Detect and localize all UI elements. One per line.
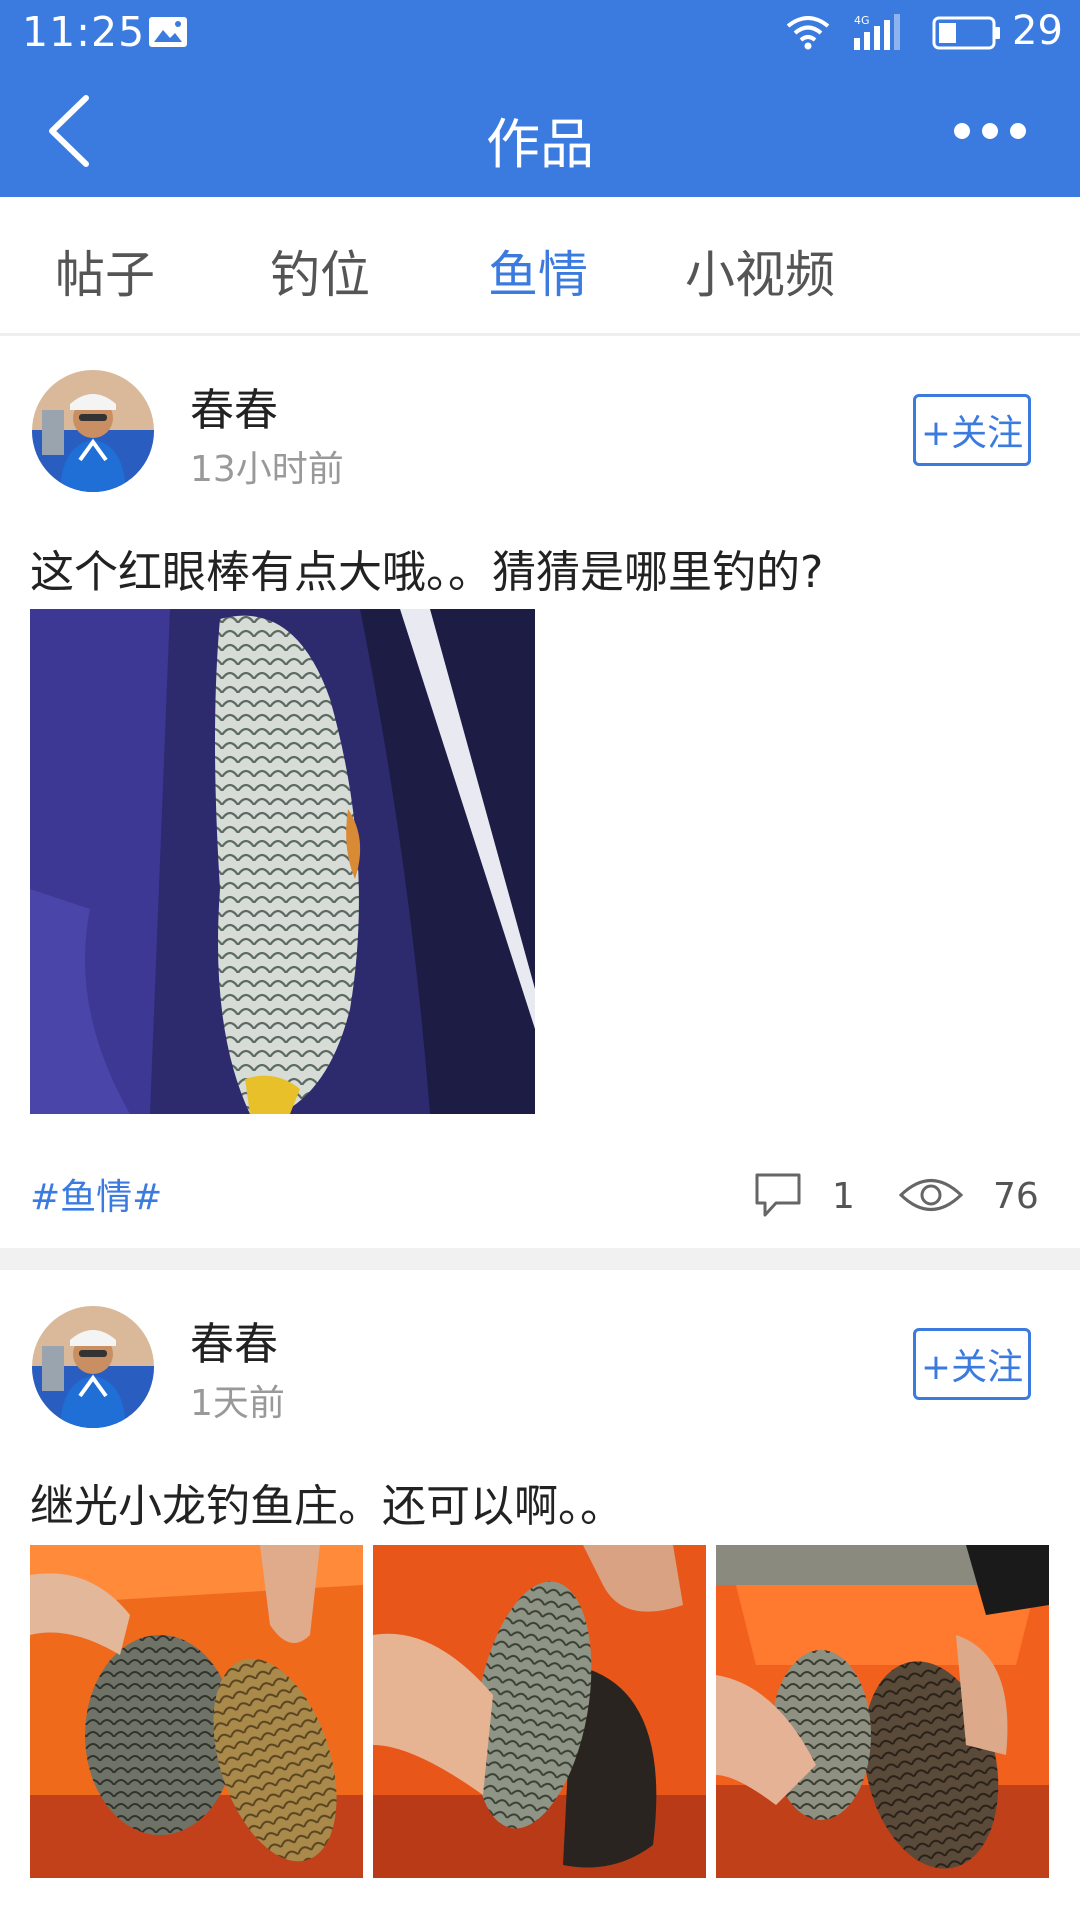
feed-post[interactable]: 春春 1天前 +关注 继光小龙钓鱼庄。还可以啊。。 [0, 1270, 1080, 1920]
post-photo[interactable] [30, 609, 535, 1114]
status-bar: 11:25 4G 29 [0, 0, 1080, 66]
comment-icon[interactable] [752, 1170, 804, 1220]
network-type-label: 4G [854, 14, 870, 27]
author-name[interactable]: 春春 [190, 1308, 278, 1372]
battery-icon [932, 16, 1000, 50]
avatar[interactable] [32, 1306, 154, 1428]
page-title: 作品 [486, 113, 594, 176]
comment-count: 1 [832, 1176, 855, 1217]
top-bar: 11:25 4G 29 作品 [0, 0, 1080, 197]
more-horizontal-icon [954, 123, 1026, 139]
image-notification-icon [149, 17, 187, 47]
tab-fish-report[interactable]: 鱼情 [488, 235, 588, 307]
category-tabs: 帖子 钓位 鱼情 小视频 [0, 197, 1080, 336]
follow-button[interactable]: +关注 [913, 394, 1031, 466]
more-options-button[interactable] [940, 106, 1050, 156]
author-name[interactable]: 春春 [190, 374, 278, 438]
avatar[interactable] [32, 370, 154, 492]
wifi-icon [786, 16, 830, 50]
post-photo[interactable] [30, 1545, 363, 1878]
post-divider [0, 1248, 1080, 1270]
app-bar: 作品 [0, 66, 1080, 197]
status-time: 11:25 [22, 8, 146, 56]
view-count: 76 [993, 1176, 1039, 1217]
post-time: 1天前 [190, 1383, 285, 1424]
post-text: 继光小龙钓鱼庄。还可以啊。。 [30, 1481, 624, 1532]
topic-tag[interactable]: #鱼情# [30, 1168, 162, 1220]
post-photo[interactable] [373, 1545, 706, 1878]
cellular-signal-icon: 4G [854, 14, 900, 50]
tab-short-videos[interactable]: 小视频 [685, 235, 835, 307]
post-photo[interactable] [716, 1545, 1049, 1878]
tab-posts[interactable]: 帖子 [55, 235, 155, 307]
post-text: 这个红眼棒有点大哦。。猜猜是哪里钓的? [30, 547, 824, 598]
tab-fishing-spots[interactable]: 钓位 [270, 235, 370, 307]
eye-icon [898, 1179, 964, 1211]
feed-post[interactable]: 春春 13小时前 +关注 这个红眼棒有点大哦。。猜猜是哪里钓的? #鱼情# 1 [0, 336, 1080, 1248]
battery-percent: 29 [1012, 8, 1063, 54]
follow-button[interactable]: +关注 [913, 1328, 1031, 1400]
post-time: 13小时前 [190, 449, 344, 490]
